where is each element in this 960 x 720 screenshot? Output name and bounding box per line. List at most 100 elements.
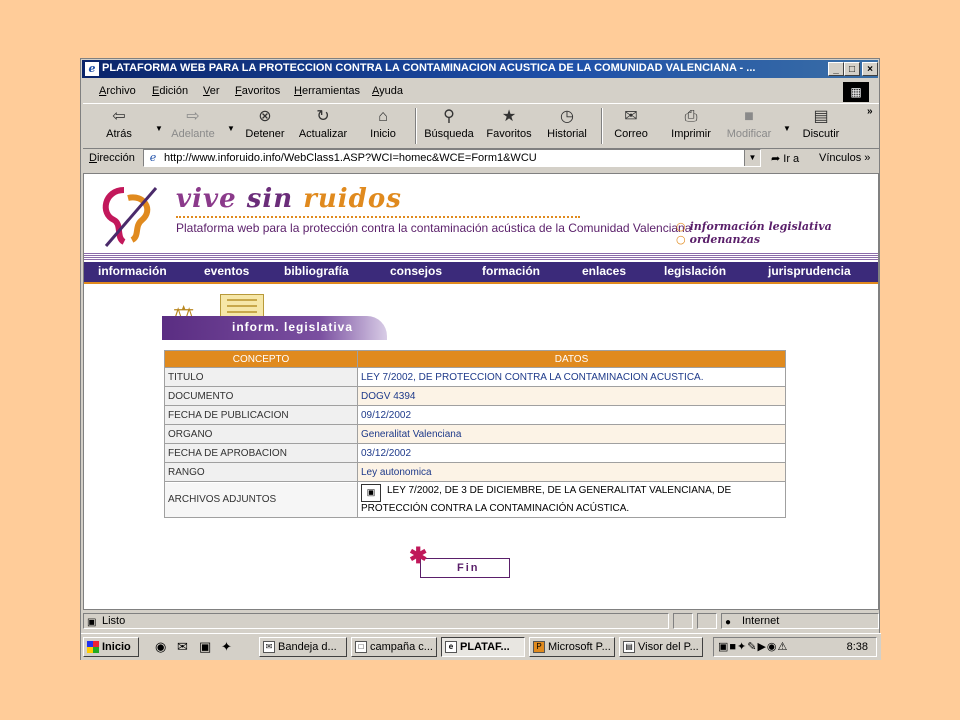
menu-bar: Archivo Edición Ver Favoritos Herramient… <box>83 81 879 102</box>
history-button[interactable]: ◷ Historial <box>539 106 595 146</box>
clock: 8:38 <box>846 641 868 653</box>
file-icon: ▣ <box>361 484 381 502</box>
favorites-icon: ★ <box>501 108 517 125</box>
legislation-table: CONCEPTO DATOS TITULO LEY 7/2002, DE PROT… <box>164 350 786 518</box>
address-url: http://www.inforuido.info/WebClass1.ASP?… <box>164 152 537 164</box>
link-ordenanzas[interactable]: ordenanzas <box>676 233 832 246</box>
nav-formacion[interactable]: formación <box>482 264 540 278</box>
discuss-button[interactable]: ▤ Discutir <box>793 106 849 146</box>
nav-legislacion[interactable]: legislación <box>664 264 726 278</box>
stop-button[interactable]: ⊗ Detener <box>237 106 293 146</box>
table-row: FECHA DE APROBACION 03/12/2002 <box>164 443 786 463</box>
address-bar: Dirección e http://www.inforuido.info/Web… <box>83 148 879 170</box>
menu-ayuda[interactable]: Ayuda <box>372 85 403 97</box>
stop-icon: ⊗ <box>258 108 272 125</box>
brand-word-2: sin <box>246 184 294 214</box>
go-arrow-icon: ➦ <box>771 153 781 165</box>
go-label: Ir a <box>783 153 800 165</box>
task-visor[interactable]: ▤ Visor del P... <box>619 637 703 657</box>
discuss-icon: ▤ <box>813 108 829 125</box>
taskbar: Inicio ◉ ✉ ▣ ✦ ✉ Bandeja d... □ campaña c.… <box>81 633 881 660</box>
mail-button[interactable]: ✉ Correo <box>603 106 659 146</box>
nav-bibliografia[interactable]: bibliografía <box>284 264 349 278</box>
back-dropdown-icon[interactable]: ▼ <box>155 124 163 133</box>
section-title: inform. legislativa <box>232 320 354 334</box>
menu-herramientas[interactable]: Herramientas <box>294 85 360 97</box>
maximize-button[interactable]: □ <box>844 62 860 76</box>
toolbar: ⇦ Atrás ▼ ⇨ Adelante ▼ ⊗ Detener ↻ Actualiza… <box>83 103 879 149</box>
task-campana[interactable]: □ campaña c... <box>351 637 437 657</box>
forward-dropdown-icon[interactable]: ▼ <box>227 124 235 133</box>
address-dropdown-icon[interactable]: ▼ <box>744 150 760 166</box>
home-icon: ⌂ <box>378 108 388 125</box>
link-informacion-legislativa[interactable]: información legislativa <box>676 220 832 233</box>
start-button[interactable]: Inicio <box>83 637 139 657</box>
inbox-icon: ✉ <box>263 641 275 653</box>
table-row: RANGO Ley autonomica <box>164 462 786 482</box>
edit-button[interactable]: ■ Modificar <box>721 106 777 146</box>
edit-icon: ■ <box>744 108 754 125</box>
back-label: Atrás <box>106 128 132 140</box>
channels-quicklaunch-icon[interactable]: ✦ <box>221 639 232 655</box>
table-header-row: CONCEPTO DATOS <box>164 350 786 368</box>
attachment-link[interactable]: ▣ LEY 7/2002, DE 3 DE DICIEMBRE, DE LA GE… <box>361 484 782 515</box>
nav-consejos[interactable]: consejos <box>390 264 442 278</box>
nav-jurisprudencia[interactable]: jurisprudencia <box>768 264 851 278</box>
ie-icon: e <box>85 62 99 76</box>
table-row: TITULO LEY 7/2002, DE PROTECCION CONTRA L… <box>164 367 786 387</box>
ie-quicklaunch-icon[interactable]: ◉ <box>155 639 166 655</box>
window-title: PLATAFORMA WEB PARA LA PROTECCION CONTRA… <box>102 62 756 74</box>
site-nav: información eventos bibliografía consejo… <box>84 262 878 284</box>
discuss-label: Discutir <box>802 128 840 140</box>
brand-underline <box>176 216 580 218</box>
fin-button[interactable]: ✱ Fin <box>409 545 510 578</box>
go-button[interactable]: ➦ Ir a <box>771 152 799 165</box>
print-button[interactable]: ⎙ Imprimir <box>663 106 719 146</box>
nav-enlaces[interactable]: enlaces <box>582 264 626 278</box>
outlook-quicklaunch-icon[interactable]: ✉ <box>177 639 188 655</box>
desktop-quicklaunch-icon[interactable]: ▣ <box>199 639 211 655</box>
refresh-button[interactable]: ↻ Actualizar <box>295 106 351 146</box>
zone-panel: ● Internet <box>721 613 879 629</box>
title-bar: e PLATAFORMA WEB PARA LA PROTECCION CONT… <box>82 60 878 78</box>
refresh-icon: ↻ <box>316 108 330 125</box>
row-value: Generalitat Valenciana <box>357 424 786 444</box>
nav-informacion[interactable]: información <box>98 264 167 278</box>
task-bandeja[interactable]: ✉ Bandeja d... <box>259 637 347 657</box>
row-key: ORGANO <box>164 424 358 444</box>
tray-icons[interactable]: ▣■✦✎▶◉⚠ <box>718 640 788 653</box>
powerpoint-icon: P <box>533 641 545 653</box>
task-label: campaña c... <box>370 641 433 653</box>
home-button[interactable]: ⌂ Inicio <box>355 106 411 146</box>
links-button[interactable]: Vínculos » <box>819 152 870 164</box>
folder-icon: □ <box>355 641 367 653</box>
home-label: Inicio <box>370 128 396 140</box>
close-button[interactable]: × <box>862 62 878 76</box>
edit-dropdown-icon[interactable]: ▼ <box>783 124 791 133</box>
brand-word-3: ruidos <box>303 184 402 214</box>
task-plataforma[interactable]: e PLATAF... <box>441 637 525 657</box>
section-header: ⚖ inform. legislativa <box>162 292 387 347</box>
attachment-text: LEY 7/2002, DE 3 DE DICIEMBRE, DE LA GEN… <box>361 485 732 514</box>
favorites-button[interactable]: ★ Favoritos <box>481 106 537 146</box>
menu-edicion[interactable]: Edición <box>152 85 188 97</box>
table-row-attachments: ARCHIVOS ADJUNTOS ▣ LEY 7/2002, DE 3 DE D… <box>164 481 786 518</box>
address-input[interactable]: e http://www.inforuido.info/WebClass1.ASP… <box>143 149 761 167</box>
forward-button[interactable]: ⇨ Adelante <box>165 106 221 146</box>
start-label: Inicio <box>102 641 131 653</box>
menu-favoritos[interactable]: Favoritos <box>235 85 280 97</box>
toolbar-overflow-icon[interactable]: » <box>867 106 873 117</box>
menu-ver[interactable]: Ver <box>203 85 220 97</box>
row-key: TITULO <box>164 367 358 387</box>
task-powerpoint[interactable]: P Microsoft P... <box>529 637 615 657</box>
row-value: 03/12/2002 <box>357 443 786 463</box>
site-brand: vive sin ruidos <box>176 184 402 214</box>
nav-eventos[interactable]: eventos <box>204 264 249 278</box>
forward-arrow-icon: ⇨ <box>186 108 200 125</box>
search-button[interactable]: ⚲ Búsqueda <box>421 106 477 146</box>
status-text: Listo <box>102 615 126 627</box>
minimize-button[interactable]: _ <box>828 62 844 76</box>
back-button[interactable]: ⇦ Atrás <box>91 106 147 146</box>
menu-archivo[interactable]: Archivo <box>99 85 136 97</box>
row-value: DOGV 4394 <box>357 386 786 406</box>
